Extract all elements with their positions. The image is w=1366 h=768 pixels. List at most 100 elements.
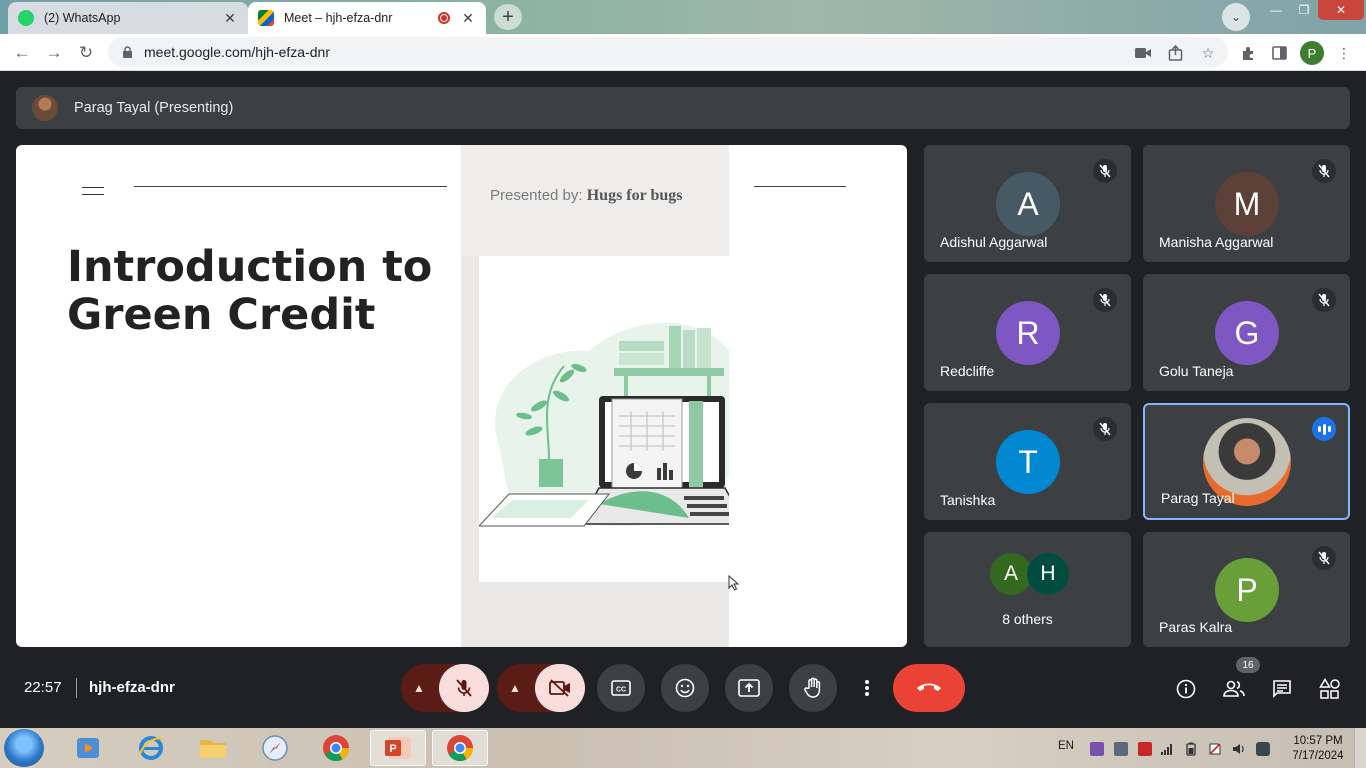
slide-divider	[134, 186, 447, 187]
share-icon[interactable]	[1165, 42, 1187, 64]
participant-name: Redcliffe	[940, 363, 995, 379]
participant-tile[interactable]: P Paras Kalra	[1143, 532, 1350, 647]
reload-icon[interactable]: ↻	[73, 40, 99, 66]
camera-control-group: ▲	[497, 664, 585, 712]
others-tile[interactable]: A H 8 others	[924, 532, 1131, 647]
presenter-bar: Parag Tayal (Presenting)	[16, 87, 1350, 129]
participant-tile[interactable]: T Tanishka	[924, 403, 1131, 520]
svg-text:P: P	[389, 743, 396, 755]
activities-icon	[1319, 678, 1340, 699]
slide-title: Introduction to Green Credit	[67, 242, 433, 340]
captions-button[interactable]: CC	[597, 664, 645, 712]
participant-name: Adishul Aggarwal	[940, 234, 1048, 250]
mic-off-icon	[1312, 159, 1336, 183]
presenter-avatar	[32, 95, 58, 121]
internet-explorer-icon[interactable]	[123, 730, 179, 766]
tab-title: (2) WhatsApp	[44, 11, 121, 25]
raise-hand-button[interactable]	[789, 664, 837, 712]
participant-avatar: P	[1215, 558, 1279, 622]
tray-monitor-icon[interactable]	[1256, 742, 1270, 756]
powerpoint-icon[interactable]: P	[370, 730, 426, 766]
participant-tile[interactable]: A Adishul Aggarwal	[924, 145, 1131, 262]
tab-meet[interactable]: Meet – hjh-efza-dnr ✕	[248, 2, 486, 34]
close-tab-icon[interactable]: ✕	[460, 10, 476, 26]
browser-toolbar: ← → ↻ meet.google.com/hjh-efza-dnr ☆ P ⋮	[0, 34, 1366, 71]
people-icon	[1223, 680, 1245, 697]
side-panel-icon[interactable]	[1268, 42, 1290, 64]
laptop-illustration	[477, 322, 747, 527]
restore-icon[interactable]: ❐	[1290, 0, 1318, 20]
show-desktop-button[interactable]	[1354, 728, 1366, 768]
system-date: 7/17/2024	[1292, 750, 1344, 762]
network-icon[interactable]	[1160, 742, 1174, 756]
meeting-code: hjh-efza-dnr	[89, 679, 175, 696]
mic-off-icon	[1093, 159, 1117, 183]
participant-name: Tanishka	[940, 492, 996, 508]
audio-options-chevron-icon[interactable]: ▲	[413, 681, 425, 695]
closed-captions-icon: CC	[611, 680, 631, 696]
media-player-icon[interactable]	[60, 730, 116, 766]
leave-call-button[interactable]	[893, 664, 965, 712]
video-options-chevron-icon[interactable]: ▲	[509, 681, 521, 695]
people-button[interactable]	[1221, 677, 1247, 701]
camera-icon[interactable]	[1132, 42, 1154, 64]
camera-toggle-button[interactable]	[535, 664, 585, 712]
forward-icon[interactable]: →	[41, 40, 67, 66]
camera-off-icon	[549, 679, 570, 697]
safari-icon[interactable]	[247, 730, 303, 766]
other-avatar: H	[1027, 553, 1069, 595]
system-time: 10:57 PM	[1293, 735, 1343, 747]
mic-control-group: ▲	[401, 664, 489, 712]
system-clock[interactable]: 10:57 PM 7/17/2024	[1286, 734, 1350, 764]
tray-app-icon[interactable]	[1090, 742, 1104, 756]
mic-toggle-button[interactable]	[439, 664, 489, 712]
tray-pdf-icon[interactable]	[1138, 742, 1152, 756]
chat-button[interactable]	[1269, 677, 1295, 701]
mouse-cursor-icon	[728, 575, 740, 591]
tab-search-button[interactable]: ⌄	[1222, 3, 1250, 31]
file-explorer-icon[interactable]	[185, 730, 241, 766]
language-indicator[interactable]: EN	[1058, 740, 1074, 752]
participant-name: Paras Kalra	[1159, 619, 1233, 635]
participant-tile[interactable]: M Manisha Aggarwal	[1143, 145, 1350, 262]
participant-avatar: T	[996, 430, 1060, 494]
profile-avatar[interactable]: P	[1300, 41, 1324, 65]
new-tab-button[interactable]: +	[494, 4, 522, 30]
more-options-button[interactable]	[853, 664, 881, 712]
address-bar[interactable]: meet.google.com/hjh-efza-dnr	[108, 37, 1228, 67]
back-icon[interactable]: ←	[9, 40, 35, 66]
battery-icon[interactable]	[1184, 742, 1198, 756]
meeting-time: 22:57	[24, 679, 62, 696]
tab-whatsapp[interactable]: (2) WhatsApp ✕	[8, 2, 248, 34]
action-center-icon[interactable]	[1208, 742, 1222, 756]
info-icon	[1176, 679, 1196, 699]
activities-button[interactable]	[1317, 677, 1343, 701]
slide-illustration-frame	[477, 256, 747, 582]
reactions-button[interactable]	[661, 664, 709, 712]
tab-title: Meet – hjh-efza-dnr	[284, 11, 393, 25]
start-button[interactable]	[4, 729, 44, 767]
minimize-icon[interactable]: —	[1262, 0, 1290, 20]
url-text: meet.google.com/hjh-efza-dnr	[144, 44, 330, 60]
chrome-icon[interactable]	[308, 730, 364, 766]
svg-text:CC: CC	[616, 687, 626, 694]
participant-tile[interactable]: R Redcliffe	[924, 274, 1131, 391]
bookmark-star-icon[interactable]: ☆	[1197, 42, 1219, 64]
more-vert-icon	[865, 680, 869, 696]
volume-icon[interactable]	[1232, 742, 1246, 756]
participant-tile[interactable]: G Golu Taneja	[1143, 274, 1350, 391]
tray-display-icon[interactable]	[1114, 742, 1128, 756]
participant-name: Golu Taneja	[1159, 363, 1234, 379]
window-close-icon[interactable]: ✕	[1318, 0, 1364, 20]
others-label: 8 others	[1002, 611, 1053, 627]
participant-name: Parag Tayal	[1161, 490, 1235, 506]
meeting-details-button[interactable]	[1173, 677, 1199, 701]
presenter-label: Parag Tayal (Presenting)	[74, 100, 234, 116]
slide-menu-lines	[82, 187, 104, 195]
participant-tile-active-speaker[interactable]: Parag Tayal	[1143, 403, 1350, 520]
present-screen-button[interactable]	[725, 664, 773, 712]
browser-menu-icon[interactable]: ⋮	[1333, 42, 1355, 64]
close-tab-icon[interactable]: ✕	[222, 10, 238, 26]
chrome-active-icon[interactable]	[432, 730, 488, 766]
extensions-icon[interactable]	[1237, 42, 1259, 64]
